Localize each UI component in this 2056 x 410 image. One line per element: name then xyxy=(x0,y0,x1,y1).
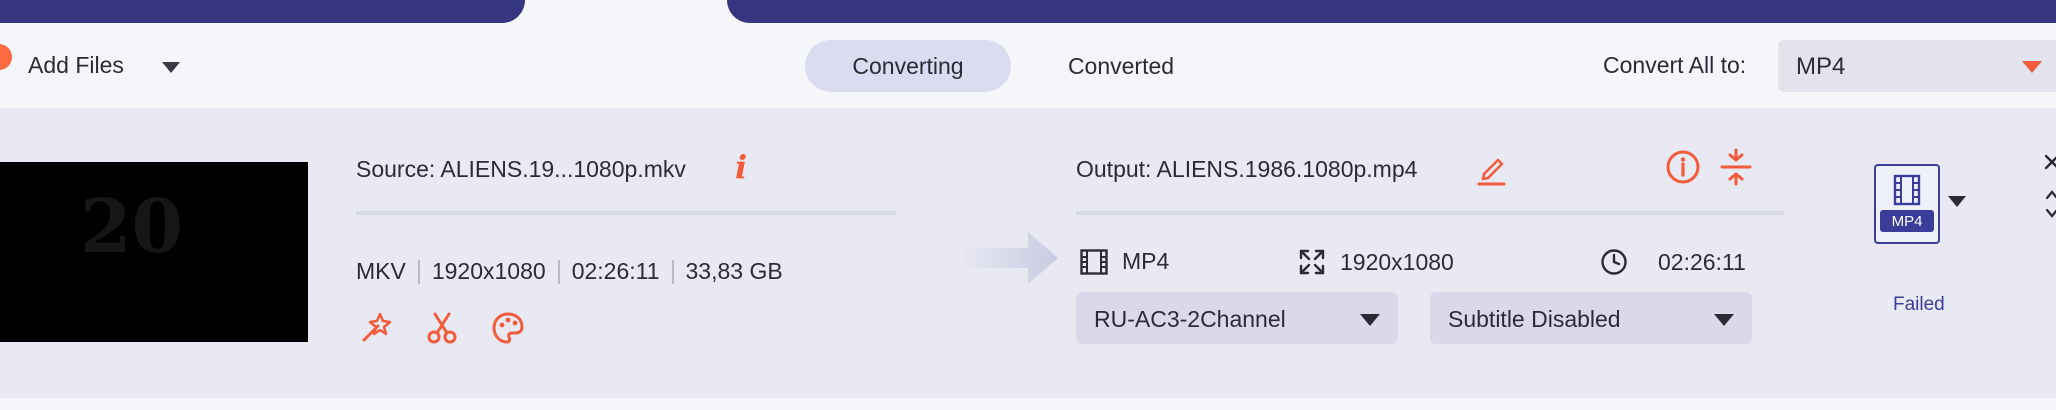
convert-all-format-select[interactable]: MP4 xyxy=(1778,40,2056,92)
up-down-icon[interactable] xyxy=(2044,186,2056,222)
chevron-down-icon[interactable] xyxy=(162,62,180,73)
compress-icon[interactable] xyxy=(1718,148,1754,186)
output-resolution-spec: 1920x1080 xyxy=(1298,248,1454,276)
palette-icon[interactable] xyxy=(488,308,528,348)
output-duration: 02:26:11 xyxy=(1658,248,1746,275)
divider xyxy=(1076,211,1784,215)
thumbnail-logo: 20 xyxy=(80,184,183,270)
close-icon[interactable] xyxy=(2044,152,2056,176)
convert-all-format-value: MP4 xyxy=(1796,53,1846,80)
audio-track-select[interactable]: RU-AC3-2Channel xyxy=(1076,292,1398,344)
info-circle-icon[interactable] xyxy=(1664,148,1702,186)
arrow-right-icon xyxy=(958,232,1058,284)
subtitle-select[interactable]: Subtitle Disabled xyxy=(1430,292,1752,344)
source-resolution: 1920x1080 xyxy=(431,258,546,284)
source-duration: 02:26:11 xyxy=(571,258,660,284)
info-icon[interactable]: i xyxy=(735,148,747,186)
status-badge: Failed xyxy=(1893,294,1945,315)
resize-icon xyxy=(1299,249,1325,275)
top-bar-left xyxy=(0,0,525,23)
format-badge: MP4 xyxy=(1880,210,1934,232)
separator xyxy=(417,259,420,284)
chevron-down-icon[interactable] xyxy=(1948,196,1966,207)
output-format-button[interactable]: MP4 xyxy=(1874,164,1940,244)
file-row: 20 Source: ALIENS.19...1080p.mkv i MKV 1… xyxy=(0,108,2056,398)
audio-track-value: RU-AC3-2Channel xyxy=(1094,306,1286,332)
source-format: MKV xyxy=(356,258,406,284)
chevron-down-icon xyxy=(1360,314,1380,326)
scissors-icon[interactable] xyxy=(422,308,462,348)
output-resolution: 1920x1080 xyxy=(1340,248,1454,275)
convert-all-label: Convert All to: xyxy=(1603,52,1747,78)
film-icon xyxy=(1080,248,1108,275)
edit-tools xyxy=(356,308,528,348)
tab-converting[interactable]: Converting xyxy=(805,40,1011,92)
source-meta: MKV 1920x1080 02:26:11 33,83 GB xyxy=(356,258,783,285)
clock-icon xyxy=(1601,249,1627,275)
add-files-button[interactable]: Add Files xyxy=(28,52,124,79)
output-format: MP4 xyxy=(1122,248,1170,274)
output-duration-spec: 02:26:11 xyxy=(1600,248,1746,276)
bottom-margin xyxy=(0,398,2056,410)
separator xyxy=(671,259,674,284)
chevron-down-icon xyxy=(1714,314,1734,326)
source-filename: Source: ALIENS.19...1080p.mkv xyxy=(356,156,686,182)
output-format-spec: MP4 xyxy=(1080,248,1169,275)
film-icon xyxy=(1893,174,1921,206)
top-bar-right xyxy=(727,0,2056,23)
magic-wand-icon[interactable] xyxy=(356,308,396,348)
source-size: 33,83 GB xyxy=(685,258,783,284)
video-thumbnail[interactable]: 20 xyxy=(0,162,308,342)
tab-converted[interactable]: Converted xyxy=(1036,40,1206,92)
output-filename: Output: ALIENS.1986.1080p.mp4 xyxy=(1076,156,1418,182)
divider xyxy=(356,211,896,215)
subtitle-value: Subtitle Disabled xyxy=(1448,306,1621,332)
chevron-down-icon xyxy=(2022,61,2042,73)
separator xyxy=(557,259,560,284)
toolbar xyxy=(0,23,2056,108)
pencil-icon[interactable] xyxy=(1476,152,1506,186)
